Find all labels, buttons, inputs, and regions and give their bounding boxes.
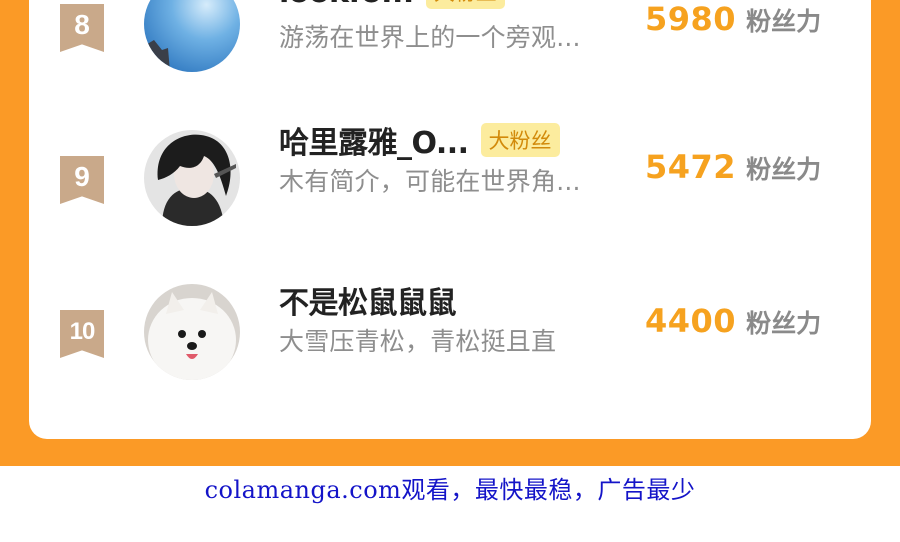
rank-badge: 8 xyxy=(60,4,104,52)
fan-power-score: 5472 粉丝力 xyxy=(645,148,821,186)
fan-power-score: 5980 粉丝力 xyxy=(645,0,821,38)
rank-badge: 9 xyxy=(60,156,104,204)
user-name[interactable]: lookfo... xyxy=(279,0,414,10)
leaderboard-card: 8 lookfo... 大粉丝 游荡在世界上的一个旁观... 5980 xyxy=(29,0,871,439)
rank-number: 9 xyxy=(74,161,90,192)
leaderboard-row[interactable]: 10 不是松鼠鼠鼠 大雪压青松，青松挺且直 4400 粉丝力 xyxy=(29,284,871,384)
leaderboard-row[interactable]: 8 lookfo... 大粉丝 游荡在世界上的一个旁观... 5980 xyxy=(29,0,871,78)
sky-avatar-icon[interactable] xyxy=(144,0,240,72)
fan-level-badge: 大粉丝 xyxy=(480,123,560,157)
user-bio: 游荡在世界上的一个旁观... xyxy=(279,23,581,52)
score-value: 5472 xyxy=(645,148,737,186)
name-line: lookfo... 大粉丝 xyxy=(279,0,505,12)
fan-level-badge: 大粉丝 xyxy=(425,0,505,9)
user-name[interactable]: 哈里露雅_O... xyxy=(279,118,469,162)
dark-hair-boy-avatar-icon[interactable] xyxy=(144,130,240,226)
score-value: 5980 xyxy=(645,0,737,38)
watermark-text: colamanga.com观看，最快最稳，广告最少 xyxy=(204,476,696,504)
user-name[interactable]: 不是松鼠鼠鼠 xyxy=(279,278,457,322)
leaderboard-row[interactable]: 9 哈里露雅_O... 大粉丝 木有简介，可能在世界角... 5472 粉丝力 xyxy=(29,123,871,230)
name-line: 哈里露雅_O... 大粉丝 xyxy=(279,118,560,162)
user-bio: 大雪压青松，青松挺且直 xyxy=(279,327,557,356)
score-unit: 粉丝力 xyxy=(746,309,822,338)
score-value: 4400 xyxy=(645,302,737,340)
user-bio: 木有简介，可能在世界角... xyxy=(279,167,581,196)
fan-power-score: 4400 粉丝力 xyxy=(645,302,821,340)
rank-number: 8 xyxy=(74,9,90,40)
rank-badge: 10 xyxy=(60,310,104,358)
score-unit: 粉丝力 xyxy=(746,155,822,184)
white-dog-avatar-icon[interactable] xyxy=(144,284,240,380)
rank-number: 10 xyxy=(69,318,96,345)
score-unit: 粉丝力 xyxy=(746,7,822,36)
name-line: 不是松鼠鼠鼠 xyxy=(279,278,457,322)
